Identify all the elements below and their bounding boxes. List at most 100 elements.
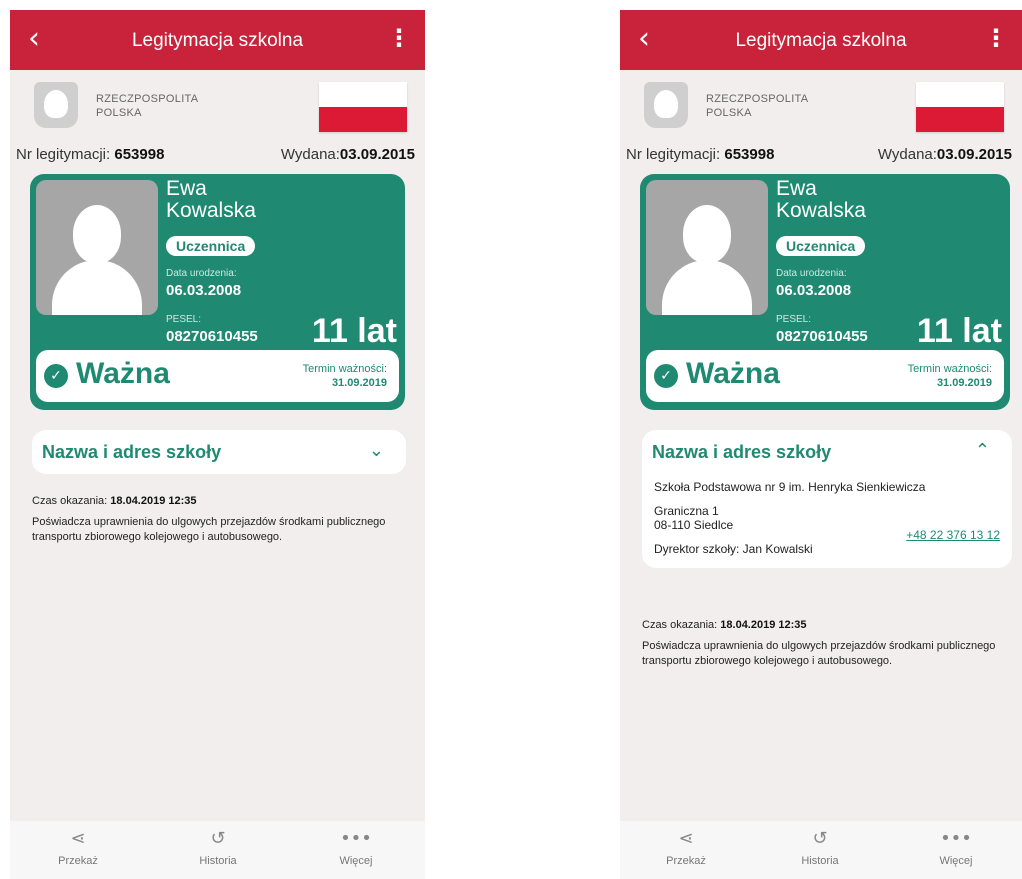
screen-collapsed: ‹ Legitymacja szkolna ⋮ RZECZPOSPOLITA P… — [10, 10, 425, 879]
nav-more[interactable]: ••• Więcej — [316, 827, 396, 867]
validity-label: Termin ważności: — [907, 363, 992, 375]
id-number: Nr legitymacji: 653998 — [626, 146, 774, 163]
document-header: RZECZPOSPOLITA POLSKA — [10, 70, 425, 142]
status-text: Ważna — [76, 357, 170, 390]
validity-box: ✓ Ważna Termin ważności: 31.09.2019 — [646, 350, 1004, 402]
document-header: RZECZPOSPOLITA POLSKA — [620, 70, 1022, 142]
flag-icon — [916, 82, 1004, 132]
dob-value: 06.03.2008 — [166, 282, 242, 299]
validity-value: 31.09.2019 — [936, 377, 992, 389]
school-details: Szkoła Podstawowa nr 9 im. Henryka Sienk… — [642, 474, 1012, 568]
nav-more[interactable]: ••• Więcej — [916, 827, 996, 867]
check-icon: ✓ — [654, 364, 678, 388]
first-name: Ewa — [166, 177, 207, 200]
id-number-value: 653998 — [724, 146, 775, 163]
last-name: Kowalska — [166, 199, 256, 222]
entitlement-note: Poświadcza uprawnienia do ulgowych przej… — [642, 640, 996, 667]
issue-date-label: Wydana: — [280, 146, 340, 163]
nav-more-label: Więcej — [339, 855, 373, 867]
country-line-1: RZECZPOSPOLITA — [96, 93, 199, 105]
emblem-icon — [644, 82, 688, 128]
top-app-bar: ‹ Legitymacja szkolna ⋮ — [620, 10, 1022, 70]
id-card: Ewa Kowalska Uczennica Data urodzenia: 0… — [30, 174, 405, 410]
pesel-label: PESEL: — [776, 314, 812, 325]
school-section-header[interactable]: Nazwa i adres szkoły ⌄ — [32, 430, 406, 474]
pesel-value: 08270610455 — [776, 328, 868, 345]
chevron-up-icon[interactable]: ⌃ — [975, 440, 990, 461]
school-section[interactable]: Nazwa i adres szkoły ⌄ — [32, 430, 406, 474]
country-line-2: POLSKA — [706, 107, 752, 119]
school-street: Graniczna 1 — [654, 504, 719, 518]
presentation-time: Czas okazania: 18.04.2019 12:35 — [32, 494, 412, 509]
school-section[interactable]: Nazwa i adres szkoły ⌃ Szkoła Podstawowa… — [642, 430, 1012, 568]
nav-history-label: Historia — [801, 855, 839, 867]
share-icon: ⋖ — [678, 828, 694, 849]
more-horizontal-icon: ••• — [940, 828, 972, 849]
screen-title: Legitymacja szkolna — [735, 30, 907, 51]
first-name: Ewa — [776, 177, 817, 200]
country-name: RZECZPOSPOLITA POLSKA — [706, 92, 808, 120]
validity-term: Termin ważności: 31.09.2019 — [303, 362, 387, 390]
issue-date-value: 03.09.2015 — [936, 146, 1012, 163]
flag-icon — [319, 82, 407, 132]
avatar — [646, 180, 768, 315]
id-number: Nr legitymacji: 653998 — [16, 146, 164, 163]
nav-share-label: Przekaż — [58, 855, 98, 867]
history-icon: ↺ — [210, 828, 226, 849]
role-badge: Uczennica — [776, 236, 866, 256]
presentation-time-value: 18.04.2019 12:35 — [110, 495, 197, 507]
nav-history[interactable]: ↺ Historia — [178, 827, 258, 867]
bottom-nav: ⋖ Przekaż ↺ Historia ••• Więcej — [620, 821, 1022, 879]
school-section-title: Nazwa i adres szkoły — [42, 442, 222, 462]
school-section-header[interactable]: Nazwa i adres szkoły ⌃ — [642, 430, 1012, 474]
nav-more-label: Więcej — [939, 855, 973, 867]
more-vertical-icon[interactable]: ⋮ — [387, 24, 411, 52]
validity-label: Termin ważności: — [302, 363, 387, 375]
school-phone-link[interactable]: +48 22 376 13 12 — [906, 528, 1000, 542]
avatar — [36, 180, 158, 315]
country-name: RZECZPOSPOLITA POLSKA — [96, 92, 198, 120]
school-director: Dyrektor szkoły: Jan Kowalski — [654, 542, 813, 556]
last-name: Kowalska — [776, 199, 866, 222]
more-vertical-icon[interactable]: ⋮ — [984, 24, 1008, 52]
id-card: Ewa Kowalska Uczennica Data urodzenia: 0… — [640, 174, 1010, 410]
nav-share[interactable]: ⋖ Przekaż — [646, 827, 726, 867]
id-number-value: 653998 — [114, 146, 165, 163]
student-name: Ewa Kowalska — [776, 178, 866, 222]
share-icon: ⋖ — [70, 828, 86, 849]
id-number-label: Nr legitymacji: — [16, 146, 111, 163]
presentation-time-label: Czas okazania: — [642, 619, 718, 631]
country-line-1: RZECZPOSPOLITA — [706, 93, 809, 105]
presentation-time-label: Czas okazania: — [32, 495, 108, 507]
id-row: Nr legitymacji: 653998 Wydana:03.09.2015 — [620, 142, 1022, 170]
validity-box: ✓ Ważna Termin ważności: 31.09.2019 — [36, 350, 399, 402]
nav-history[interactable]: ↺ Historia — [780, 827, 860, 867]
dob-label: Data urodzenia: — [776, 268, 847, 279]
screen-title: Legitymacja szkolna — [131, 30, 304, 51]
status-text: Ważna — [686, 357, 780, 390]
school-section-title: Nazwa i adres szkoły — [652, 442, 832, 462]
issue-date: Wydana:03.09.2015 — [281, 146, 415, 163]
dob-label: Data urodzenia: — [166, 268, 237, 279]
entitlement-note: Poświadcza uprawnienia do ulgowych przej… — [32, 516, 386, 543]
country-line-2: POLSKA — [96, 107, 142, 119]
issue-date-value: 03.09.2015 — [339, 146, 415, 163]
pesel-label: PESEL: — [166, 314, 202, 325]
presentation-time: Czas okazania: 18.04.2019 12:35 — [642, 618, 1022, 633]
pesel-value: 08270610455 — [166, 328, 258, 345]
history-icon: ↺ — [812, 828, 828, 849]
screen-expanded: ‹ Legitymacja szkolna ⋮ RZECZPOSPOLITA P… — [620, 10, 1022, 879]
nav-share[interactable]: ⋖ Przekaż — [38, 827, 118, 867]
emblem-icon — [34, 82, 78, 128]
nav-share-label: Przekaż — [666, 855, 706, 867]
school-name: Szkoła Podstawowa nr 9 im. Henryka Sienk… — [654, 480, 926, 494]
validity-value: 31.09.2019 — [331, 377, 387, 389]
validity-term: Termin ważności: 31.09.2019 — [908, 362, 992, 390]
id-row: Nr legitymacji: 653998 Wydana:03.09.2015 — [10, 142, 425, 170]
presentation-info: Czas okazania: 18.04.2019 12:35 Poświadc… — [32, 494, 412, 545]
chevron-down-icon[interactable]: ⌄ — [369, 440, 384, 461]
top-app-bar: ‹ Legitymacja szkolna ⋮ — [10, 10, 425, 70]
issue-date-label: Wydana: — [877, 146, 937, 163]
age-value: 11 lat — [916, 312, 1002, 350]
check-icon: ✓ — [44, 364, 68, 388]
